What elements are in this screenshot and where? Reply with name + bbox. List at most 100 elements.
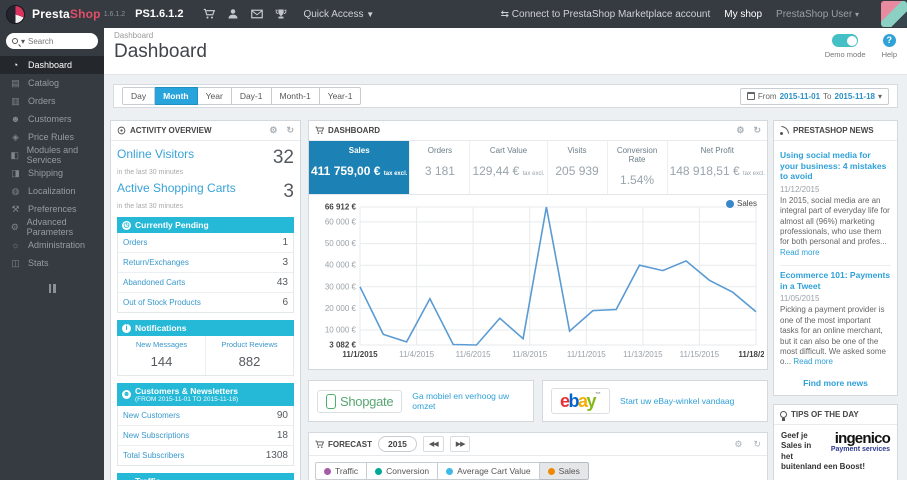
traffic-header: ◍Traffic(FROM 2015-11-01 TO 2015-11-18) (117, 473, 294, 480)
trophy-icon[interactable] (269, 8, 293, 20)
sidebar-item-customers[interactable]: ☻ Customers (0, 110, 104, 128)
svg-text:20 000 €: 20 000 € (325, 304, 357, 313)
svg-text:60 000 €: 60 000 € (325, 217, 357, 226)
range-year-button[interactable]: Year (197, 87, 232, 105)
toggle-average-cart-value[interactable]: Average Cart Value (438, 462, 540, 480)
table-row: Total Subscribers 1308 (123, 450, 288, 461)
range-year-1-button[interactable]: Year-1 (319, 87, 362, 105)
refresh-icon[interactable]: ↻ (286, 125, 294, 136)
kpi-net-profit[interactable]: Net Profit 148 918,51 € tax excl. (668, 141, 767, 194)
price-rules-icon: ◈ (12, 131, 19, 142)
find-more-news-link[interactable]: Find more news (780, 378, 891, 388)
search-scope-caret-icon[interactable]: ▾ (21, 37, 25, 46)
sidebar-item-preferences[interactable]: ⚒ Preferences (0, 200, 104, 218)
shopgate-link[interactable]: Ga mobiel en verhoog uw omzet (412, 391, 525, 411)
online-visitors-link[interactable]: Online Visitors (117, 147, 194, 161)
cart-icon[interactable] (197, 8, 221, 20)
range-month-1-button[interactable]: Month-1 (271, 87, 320, 105)
demo-mode-toggle[interactable] (832, 34, 859, 47)
kpi-cart-value[interactable]: Cart Value 129,44 € tax excl. (470, 141, 548, 194)
marketplace-link[interactable]: ⇆ Connect to PrestaShop Marketplace acco… (501, 9, 711, 20)
svg-text:11/11/2015: 11/11/2015 (567, 350, 606, 359)
kpi-sales[interactable]: Sales 411 759,00 € tax excl. (309, 141, 411, 194)
ebay-link[interactable]: Start uw eBay-winkel vandaag (620, 396, 734, 406)
article-title-link[interactable]: Ecommerce 101: Payments in a Tweet (780, 270, 891, 291)
sidebar-item-catalog[interactable]: ▤ Catalog (0, 74, 104, 92)
sidebar-collapse-icon[interactable] (47, 284, 57, 293)
kpi-conversion-rate[interactable]: Conversion Rate 1.54% (608, 141, 668, 194)
sidebar-item-shipping[interactable]: ◨ Shipping (0, 164, 104, 182)
lightbulb-icon (780, 410, 787, 421)
previous-year-button[interactable]: ◀◀ (422, 436, 444, 452)
my-shop-link[interactable]: My shop (724, 9, 762, 20)
sidebar-item-localization[interactable]: ◍ Localization (0, 182, 104, 200)
total-subscribers-link[interactable]: Total Subscribers (123, 451, 184, 460)
new-customers-link[interactable]: New Customers (123, 411, 180, 420)
sidebar-item-price-rules[interactable]: ◈ Price Rules (0, 128, 104, 146)
svg-text:40 000 €: 40 000 € (325, 261, 357, 270)
rss-icon (780, 126, 789, 135)
pending-table: Orders 1 Return/Exchanges 3 Abandoned Cart… (117, 233, 294, 313)
cart-icon (315, 440, 324, 448)
avg-cart-dot-icon (446, 467, 454, 475)
kpi-row: Sales 411 759,00 € tax excl. Orders 3 181 … (309, 141, 767, 195)
shop-version: PS1.6.1.2 (135, 8, 184, 20)
gear-icon[interactable]: ⚙ (269, 125, 277, 136)
sidebar-item-stats[interactable]: ◫ Stats (0, 254, 104, 272)
forecast-year: 2015 (378, 436, 417, 452)
toggle-traffic[interactable]: Traffic (315, 462, 368, 480)
sidebar: ▾ ◔Dashboard ▤Catalog ▥Orders ☻Customers… (0, 28, 104, 480)
toggle-sales[interactable]: Sales (539, 462, 589, 480)
advanced-parameters-icon: ⚙ (10, 221, 19, 232)
prestashop-logo-icon[interactable] (6, 4, 25, 24)
messages-icon[interactable] (245, 8, 269, 20)
currently-pending-header: ◷ Currently Pending (117, 217, 294, 233)
product-reviews-link[interactable]: Product Reviews (208, 340, 291, 349)
sales-line-chart: 66 912 € 60 000 € 50 000 € 40 000 € 30 000 €… (325, 203, 764, 360)
user-avatar[interactable] (881, 1, 907, 27)
active-carts-link[interactable]: Active Shopping Carts (117, 181, 236, 195)
sidebar-item-dashboard[interactable]: ◔ Dashboard (0, 56, 104, 74)
sales-chart: Sales 66 912 € 60 000 € 50 000 € 40 000 € 30… (309, 195, 767, 369)
read-more-link[interactable]: Read more (793, 357, 833, 366)
kpi-orders[interactable]: Orders 3 181 (410, 141, 471, 194)
date-range-picker[interactable]: From 2015-11-01 To 2015-11-18 ▾ (739, 87, 889, 105)
refresh-icon[interactable]: ↻ (753, 439, 761, 450)
help-icon[interactable] (882, 34, 896, 47)
chart-legend[interactable]: Sales (725, 199, 757, 208)
kpi-visits[interactable]: Visits 205 939 (548, 141, 608, 194)
out-of-stock-link[interactable]: Out of Stock Products (123, 298, 201, 307)
notifications-header: i Notifications (117, 320, 294, 336)
read-more-link[interactable]: Read more (780, 248, 820, 257)
refresh-icon[interactable]: ↻ (753, 125, 761, 136)
gear-icon[interactable]: ⚙ (734, 439, 742, 450)
new-messages-link[interactable]: New Messages (120, 340, 203, 349)
user-menu[interactable]: PrestaShop User ▾ (776, 9, 859, 20)
dashboard-panel: DASHBOARD ⚙ ↻ Sales 411 759,00 € tax excl… (308, 120, 768, 370)
search-input[interactable] (28, 36, 87, 46)
returns-link[interactable]: Return/Exchanges (123, 258, 189, 267)
next-year-button[interactable]: ▶▶ (449, 436, 471, 452)
new-subscriptions-link[interactable]: New Subscriptions (123, 431, 189, 440)
active-carts-value: 3 (283, 181, 294, 202)
page-title: Dashboard (114, 41, 207, 62)
gear-icon[interactable]: ⚙ (736, 125, 744, 136)
sidebar-item-advanced-parameters[interactable]: ⚙ Advanced Parameters (0, 217, 104, 237)
sidebar-item-orders[interactable]: ▥ Orders (0, 92, 104, 110)
orders-link[interactable]: Orders (123, 238, 147, 247)
clock-icon: ◷ (122, 220, 131, 230)
quick-access-menu[interactable]: Quick Access ▼ (303, 9, 374, 20)
range-day-button[interactable]: Day (122, 87, 156, 105)
news-article: Ecommerce 101: Payments in a Tweet 11/05… (780, 265, 891, 368)
sidebar-item-modules[interactable]: ◧ Modules and Services (0, 145, 104, 165)
abandoned-carts-link[interactable]: Abandoned Carts (123, 278, 185, 287)
sidebar-search[interactable]: ▾ (6, 33, 98, 49)
toggle-conversion[interactable]: Conversion (367, 462, 439, 480)
range-day-1-button[interactable]: Day-1 (231, 87, 272, 105)
article-title-link[interactable]: Using social media for your business: 4 … (780, 150, 891, 182)
news-title: PRESTASHOP NEWS (793, 126, 874, 135)
sidebar-item-administration[interactable]: ☼ Administration (0, 236, 104, 254)
range-month-button[interactable]: Month (155, 87, 198, 105)
online-visitors-value: 32 (272, 147, 294, 168)
customer-icon[interactable] (221, 8, 245, 20)
